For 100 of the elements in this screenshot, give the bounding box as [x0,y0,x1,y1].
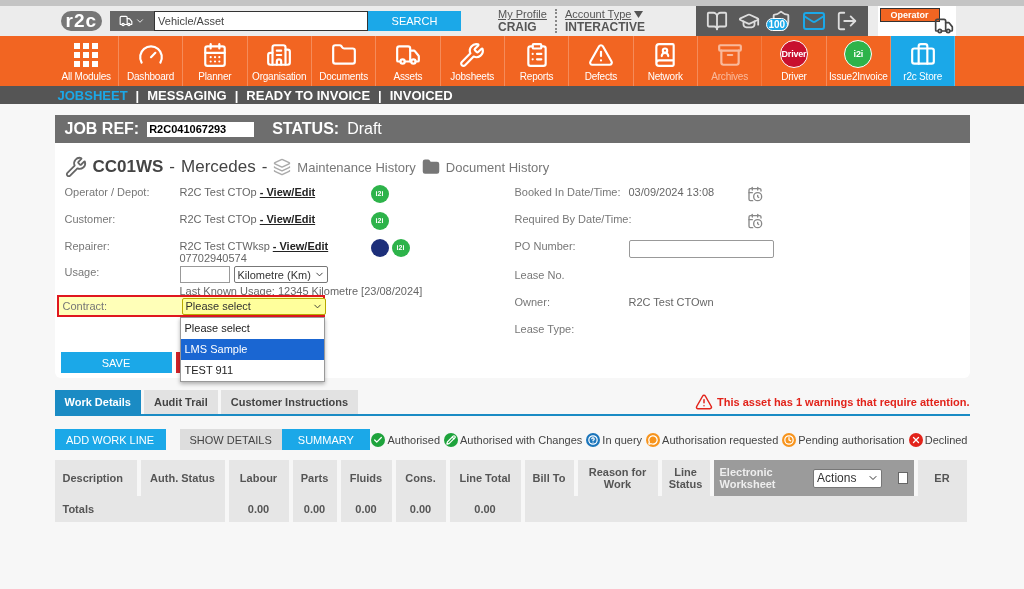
briefcase-icon [909,42,936,68]
legend-label: Declined [924,433,968,446]
usage-field[interactable] [179,266,230,283]
truck-icon [933,16,954,36]
legend-label: Authorised with Changes [460,433,583,446]
totals-label: Totals [54,496,225,522]
tab[interactable]: Work Details [54,390,141,414]
vehicle-type-button[interactable] [110,11,155,31]
profile-link[interactable]: My Profile [498,8,547,21]
subnav-link[interactable]: READY TO INVOICE [246,87,371,103]
column-header: Parts [292,460,337,496]
view-toggle[interactable]: SHOW DETAILS [179,429,282,450]
dropdown-option[interactable]: Please select [180,318,324,339]
field-label: Repairer: [63,240,110,252]
caret-icon [634,11,644,18]
table-cell: 0.00 [449,496,521,522]
calendar-icon[interactable] [746,186,763,202]
column-header: Reason for Work [577,460,658,496]
wrench-icon [64,156,87,178]
status-value: Draft [347,120,382,138]
search-field[interactable]: Vehicle/Asset [154,11,369,31]
field-label: Lease Type: [513,323,575,335]
vehicle-make: Mercedes [181,157,256,177]
add-work-line-button[interactable]: ADD WORK LINE [54,429,166,450]
operator-button[interactable]: Operator [877,6,956,36]
inspect-icon[interactable] [370,239,389,257]
column-header: Line Total [449,460,521,496]
field-label: PO Number: [513,240,576,252]
field-label: Required By Date/Time: [513,213,632,225]
view-edit-link[interactable]: - View/Edit [259,186,316,198]
separator: | [135,87,140,103]
wrench-icon [459,42,486,68]
badge-icon: i2i [844,40,873,68]
logo[interactable]: r2c [60,11,103,31]
field-label: Owner: [513,296,550,308]
table-cell: 0.00 [292,496,337,522]
contract-select[interactable]: Please select [181,297,326,315]
field-label: Operator / Depot: [63,186,150,198]
search-button[interactable]: SEARCH [368,11,462,31]
subnav-link[interactable]: INVOICED [389,87,453,103]
buildings-icon [266,42,293,68]
column-header: ER [917,460,967,496]
chevron-icon [135,16,146,26]
nav-item[interactable]: r2c Store [890,36,956,86]
field-value: R2C Test CTOp [179,213,257,225]
logout-icon[interactable] [835,10,858,32]
field-label: Contract: [61,300,109,312]
account-type-link[interactable]: Account Type [564,8,645,21]
dropdown-option[interactable]: TEST 911 [180,360,324,381]
shield-icon[interactable]: 100 [769,10,792,32]
field-label: Customer: [63,213,116,225]
view-toggle[interactable]: SUMMARY [281,429,370,450]
history-link[interactable]: Maintenance History [297,159,416,175]
table-cell: 0.00 [340,496,392,522]
warning-icon [587,42,614,68]
actions-select[interactable]: Actions [813,468,882,488]
job-ref-field[interactable]: R2C041067293 [147,121,255,137]
column-header: Fluids [340,460,392,496]
calendar-icon[interactable] [746,213,763,229]
field-label: Lease No. [513,269,565,281]
column-header: Description [54,460,137,496]
tab[interactable]: Audit Trail [143,390,218,414]
column-header: Auth. Status [140,460,225,496]
separator: - [169,157,176,177]
legend-label: In query [602,433,643,446]
job-ref-label: JOB REF: [64,120,140,138]
notification-count: 100 [765,18,789,31]
user-name: CRAIG [498,21,538,34]
warning-icon [695,393,714,411]
folder-icon [421,158,440,176]
grid-icon [73,42,100,68]
table-cell: 0.00 [228,496,289,522]
tab[interactable]: Customer Instructions [220,390,359,414]
field-value: 03/09/2024 13:08 [628,186,715,198]
view-edit-link[interactable]: - View/Edit [259,213,316,225]
unit-select[interactable]: Kilometre (Km) [233,266,328,283]
column-header: Labour [228,460,289,496]
subnav-link[interactable]: JOBSHEET [57,87,128,103]
account-type: INTERACTIVE [564,21,645,34]
field-value: R2C Test CTOwn [628,296,714,308]
usage-note: Last Known Usage: 12345 Kilometre [23/08/2024] [179,285,423,297]
help-icon[interactable] [705,10,728,32]
field-label: Booked In Date/Time: [513,186,621,198]
truck-icon [119,14,134,28]
subnav-link[interactable]: MESSAGING [147,87,227,103]
legend-label: Authorisation requested [662,433,779,446]
status-label: STATUS: [272,120,340,138]
view-edit-link[interactable]: - View/Edit [272,240,329,252]
vehicle-reg: CC01WS [92,157,164,177]
save-button[interactable]: SAVE [60,352,172,373]
column-header: Bill To [524,460,574,496]
warning-message: This asset has 1 warnings that require attention. [717,396,970,408]
po-number-field[interactable] [628,240,774,258]
calendar-icon [201,42,228,68]
dropdown-option[interactable]: LMS Sample [180,339,324,360]
checkbox[interactable] [897,472,908,484]
history-link[interactable]: Document History [445,159,550,175]
legend-label: Authorised [387,433,441,446]
mail-icon[interactable] [801,9,826,33]
column-header: Line Status [661,460,710,496]
